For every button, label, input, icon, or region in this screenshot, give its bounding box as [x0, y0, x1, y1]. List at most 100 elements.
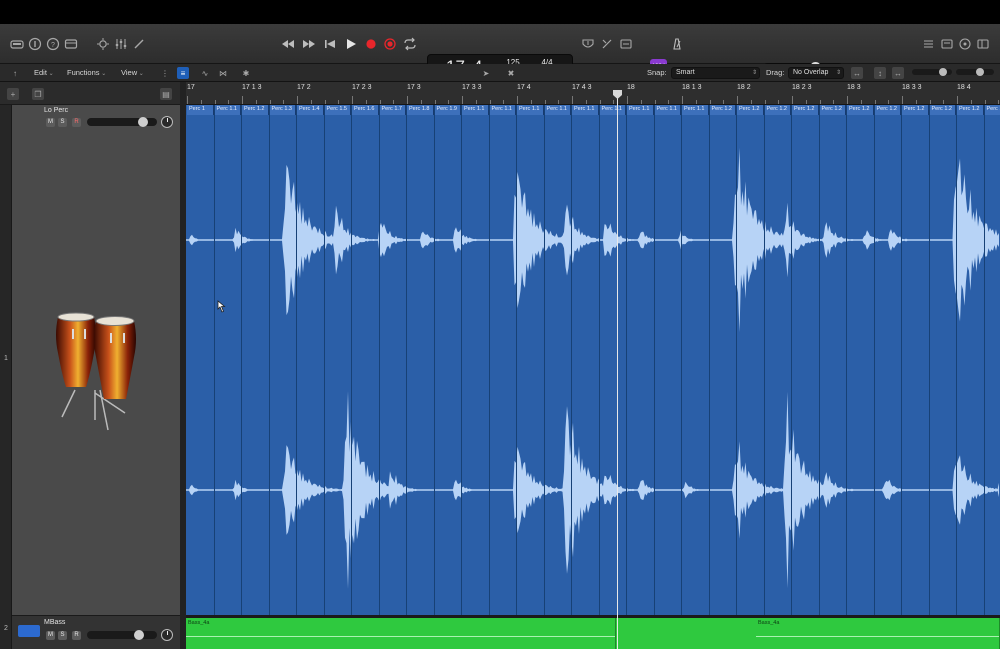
- perc-region[interactable]: Perc 1.1: [489, 105, 516, 115]
- mixer-icon[interactable]: [114, 37, 128, 51]
- drag-select[interactable]: No Overlap ⇕: [788, 67, 844, 79]
- record-icon[interactable]: [364, 37, 378, 51]
- list-editors-icon[interactable]: [921, 37, 935, 51]
- loop-browser-icon[interactable]: [958, 37, 972, 51]
- add-track-icon[interactable]: +: [7, 88, 19, 100]
- tuner-icon[interactable]: [581, 37, 595, 51]
- perc-region[interactable]: Perc 1.5: [324, 105, 351, 115]
- track-1-solo-button[interactable]: S: [58, 118, 67, 127]
- perc-region[interactable]: Perc 1.3: [269, 105, 296, 115]
- perc-region[interactable]: Perc 1.9: [434, 105, 461, 115]
- horizontal-zoom-slider[interactable]: [956, 68, 994, 76]
- vertical-zoom-icon[interactable]: ↕: [874, 67, 886, 79]
- perc-region[interactable]: Perc 1.2: [709, 105, 736, 115]
- horizontal-zoom-icon[interactable]: ↔: [892, 67, 904, 79]
- quick-help-icon[interactable]: ?: [46, 37, 60, 51]
- tracks-area[interactable]: Perc 1 Perc 1.1 Perc 1.2 Perc 1.3 Perc 1.4 Pe…: [186, 105, 1000, 649]
- browsers-icon[interactable]: [976, 37, 990, 51]
- fast-forward-icon[interactable]: [302, 37, 316, 51]
- secondary-tool-icon[interactable]: ✖: [505, 67, 517, 79]
- perc-region[interactable]: Perc 1.1: [572, 105, 599, 115]
- horizontal-zoom-knob[interactable]: [976, 68, 984, 76]
- track-1-volume-knob[interactable]: [138, 117, 148, 127]
- perc-region[interactable]: Perc 1.2: [242, 105, 269, 115]
- perc-region[interactable]: Perc 1.1: [627, 105, 654, 115]
- pointer-tool-icon[interactable]: ➤: [480, 67, 492, 79]
- perc-region-name: Perc 1.1: [464, 106, 485, 112]
- play-icon[interactable]: [344, 37, 358, 51]
- track-1-name[interactable]: Lo Perc: [44, 107, 68, 114]
- smart-controls-icon[interactable]: [96, 37, 110, 51]
- perc-region[interactable]: Perc 1.2: [764, 105, 791, 115]
- perc-region[interactable]: Perc 1.6: [352, 105, 379, 115]
- rewind-icon[interactable]: [281, 37, 295, 51]
- perc-region[interactable]: Perc 1.1: [599, 105, 626, 115]
- perc-region[interactable]: Perc 1.8: [407, 105, 434, 115]
- autopunch-icon[interactable]: [619, 37, 633, 51]
- toolbar-icon[interactable]: [64, 37, 78, 51]
- functions-menu[interactable]: Functions: [67, 67, 106, 79]
- inspector-icon[interactable]: [28, 37, 42, 51]
- go-to-beginning-icon[interactable]: [323, 37, 337, 51]
- track-2-solo-button[interactable]: S: [58, 631, 67, 640]
- track-2-header[interactable]: MBass M S R: [12, 615, 184, 649]
- cycle-icon[interactable]: [403, 37, 417, 51]
- perc-region[interactable]: Perc 1.2: [847, 105, 874, 115]
- perc-region[interactable]: Perc 1.1: [544, 105, 571, 115]
- bar-ruler[interactable]: 17 17 1 3 17 2 17 2 3 17 3 17 3 3 17 4 17 4 3 18…: [186, 82, 1000, 105]
- perc-region[interactable]: Perc 1.2: [792, 105, 819, 115]
- perc-region[interactable]: Perc 1.4: [297, 105, 324, 115]
- track-1-pan-knob[interactable]: [161, 116, 173, 128]
- flex-icon[interactable]: ⋈: [217, 67, 229, 79]
- track-1-lane[interactable]: Perc 1 Perc 1.1 Perc 1.2 Perc 1.3 Perc 1.4 Pe…: [186, 105, 1000, 615]
- perc-region[interactable]: Perc 1.2: [902, 105, 929, 115]
- perc-region[interactable]: Perc 1.2: [984, 105, 1000, 115]
- bass-region[interactable]: Bass_4a: [186, 618, 616, 649]
- playhead[interactable]: [617, 92, 618, 649]
- perc-region[interactable]: Perc 1.2: [874, 105, 901, 115]
- track-2-volume-slider[interactable]: [87, 630, 157, 640]
- track-up-icon[interactable]: ↑: [9, 67, 21, 79]
- replace-icon[interactable]: [600, 37, 614, 51]
- global-tracks-icon[interactable]: ▤: [160, 88, 172, 100]
- track-2-volume-knob[interactable]: [133, 630, 144, 640]
- perc-region[interactable]: Perc 1.7: [379, 105, 406, 115]
- perc-region[interactable]: Perc 1: [187, 105, 214, 115]
- duplicate-track-icon[interactable]: ❐: [32, 88, 44, 100]
- edit-menu[interactable]: Edit: [34, 67, 54, 79]
- perc-region[interactable]: Perc 1.1: [654, 105, 681, 115]
- capture-recording-icon[interactable]: [383, 37, 397, 51]
- track-2-pan-knob[interactable]: [161, 629, 173, 641]
- zoom-to-fit-icon[interactable]: ↔: [851, 67, 863, 79]
- track-2-name[interactable]: MBass: [44, 619, 65, 626]
- vertical-zoom-knob[interactable]: [939, 68, 947, 76]
- track-1-volume-slider[interactable]: [87, 117, 157, 127]
- playhead-handle-icon[interactable]: [613, 90, 622, 99]
- track-2-lane[interactable]: Bass_4a Bass_4a: [186, 618, 1000, 649]
- catch-playhead-icon[interactable]: ✱: [240, 67, 252, 79]
- perc-region[interactable]: Perc 1.1: [682, 105, 709, 115]
- snap-select[interactable]: Smart ⇕: [671, 67, 760, 79]
- perc-region[interactable]: Perc 1.2: [737, 105, 764, 115]
- track-2-mute-button[interactable]: M: [46, 631, 55, 640]
- perc-region[interactable]: Perc 1.1: [517, 105, 544, 115]
- grid-view-icon[interactable]: ⋮: [159, 67, 171, 79]
- library-icon[interactable]: [10, 37, 24, 51]
- perc-region[interactable]: Perc 1.2: [819, 105, 846, 115]
- editors-icon[interactable]: [132, 37, 146, 51]
- track-2-record-button[interactable]: R: [72, 631, 81, 640]
- note-pad-icon[interactable]: [940, 37, 954, 51]
- metronome-icon[interactable]: [670, 37, 684, 51]
- perc-region[interactable]: Perc 1.2: [957, 105, 984, 115]
- vertical-zoom-slider[interactable]: [912, 68, 952, 76]
- perc-region[interactable]: Perc 1.1: [214, 105, 241, 115]
- automation-icon[interactable]: ∿: [199, 67, 211, 79]
- perc-region[interactable]: Perc 1.1: [462, 105, 489, 115]
- list-view-icon[interactable]: ≡: [177, 67, 189, 79]
- track-1-record-button[interactable]: R: [72, 118, 81, 127]
- perc-region[interactable]: Perc 1.2: [929, 105, 956, 115]
- bass-region[interactable]: Bass_4a: [756, 618, 1000, 649]
- ruler-subtick: [393, 100, 395, 104]
- track-1-mute-button[interactable]: M: [46, 118, 55, 127]
- view-menu[interactable]: View: [121, 67, 144, 79]
